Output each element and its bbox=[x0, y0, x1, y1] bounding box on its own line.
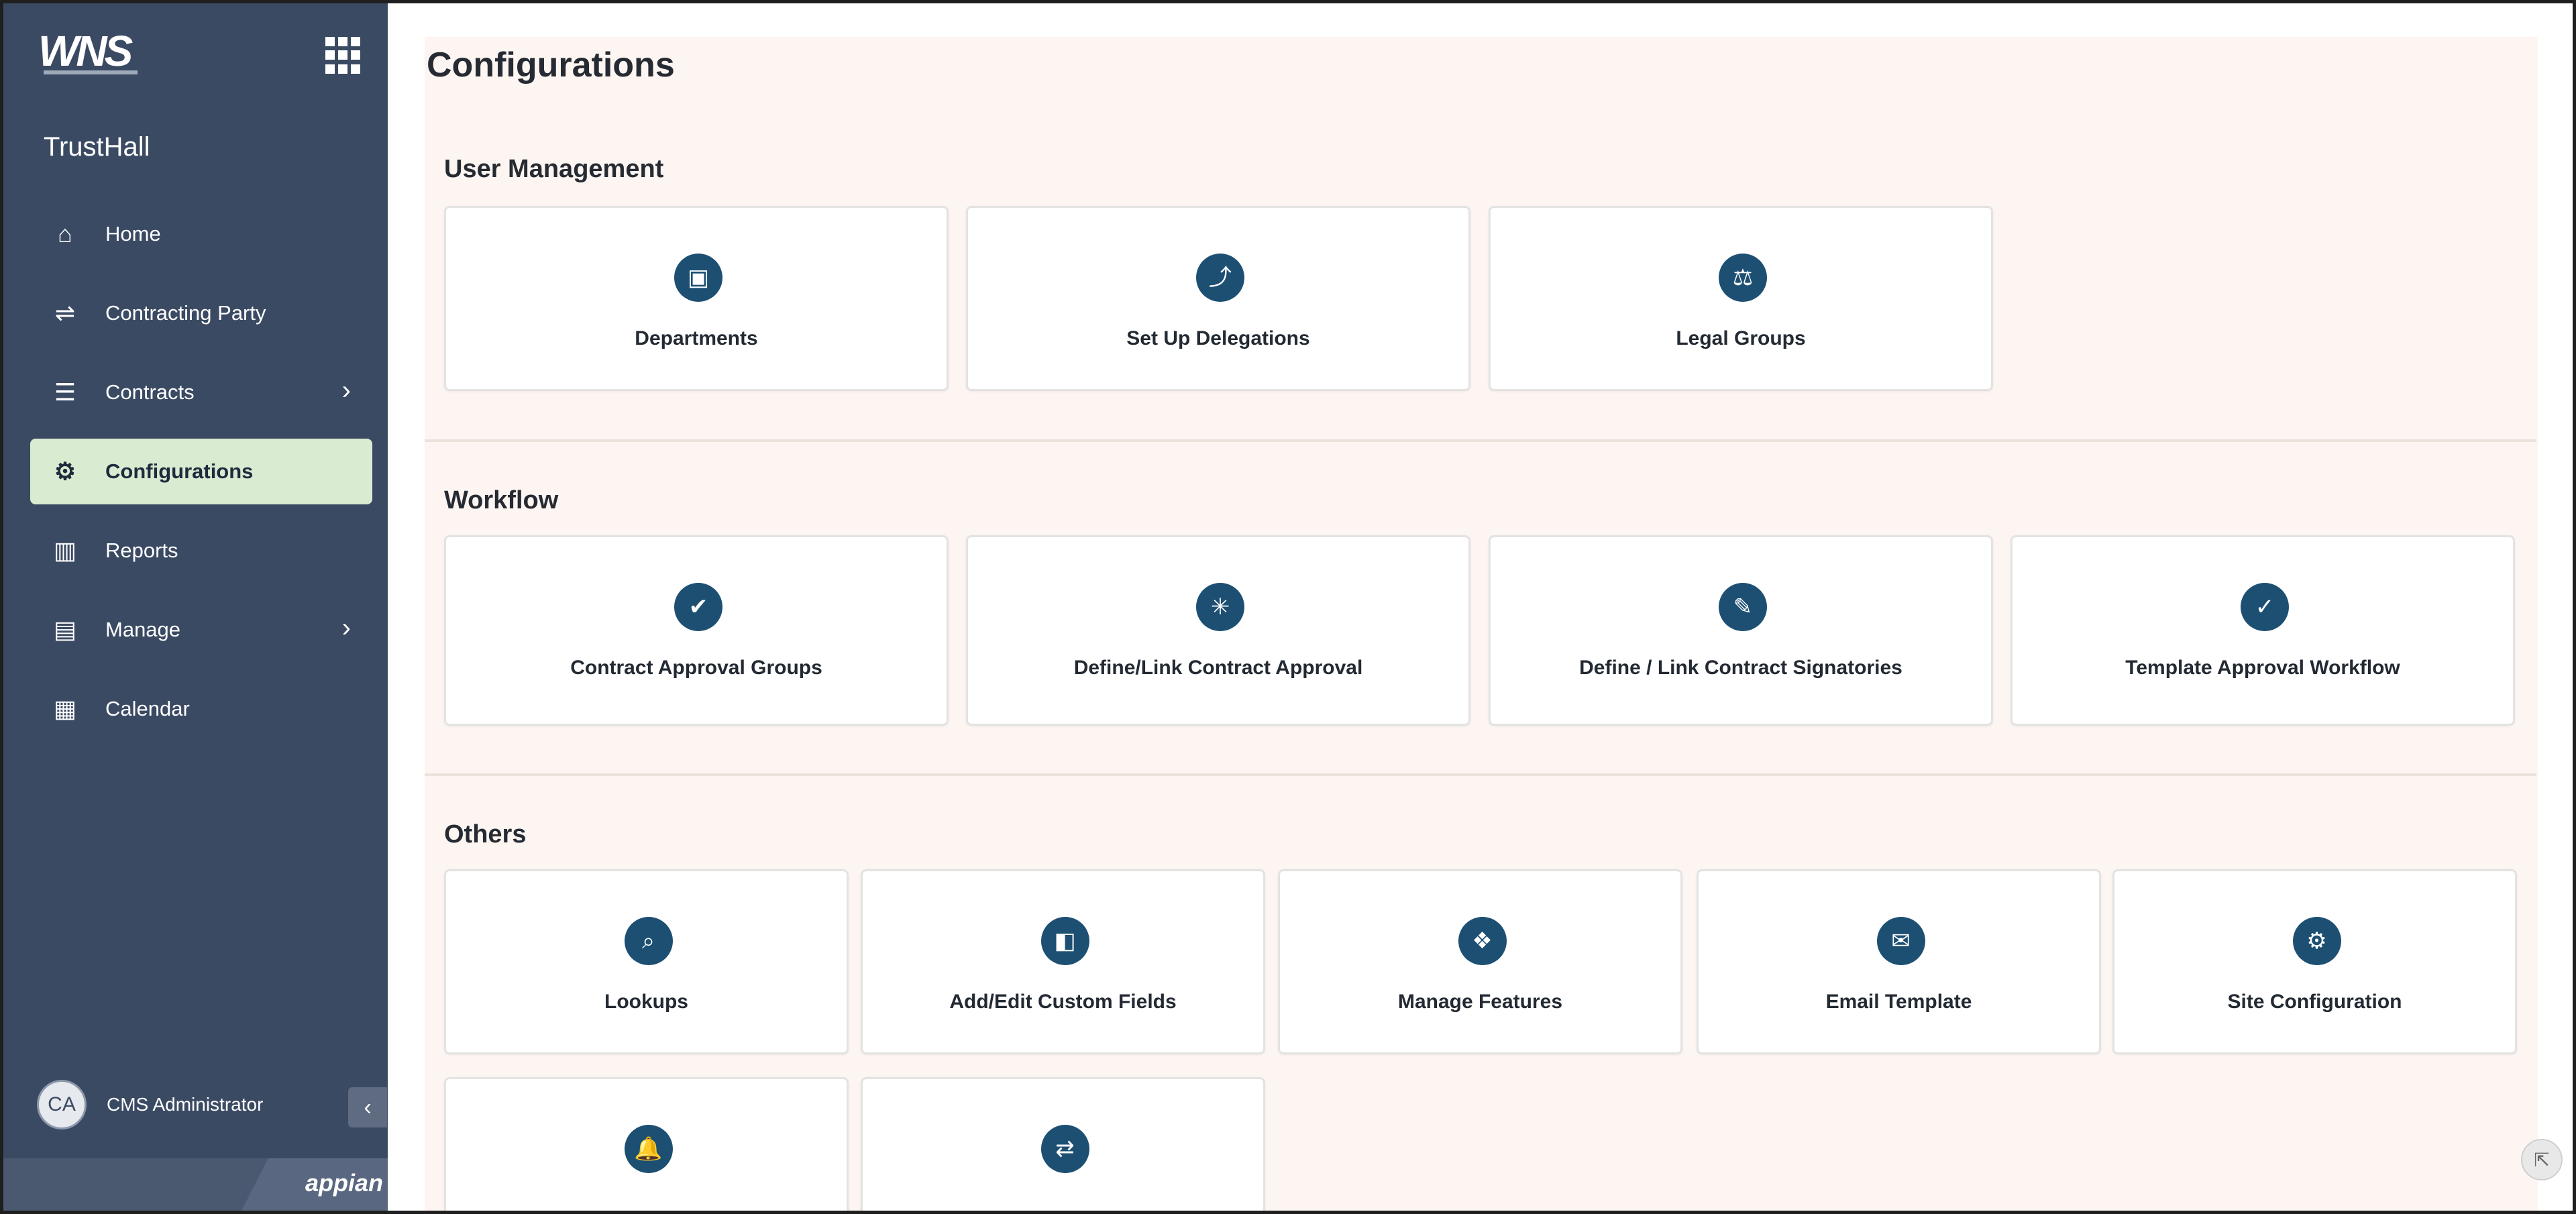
config-card-label: Define/Link Contract Approval bbox=[1073, 657, 1363, 679]
config-card-label: Template Approval Workflow bbox=[2125, 657, 2400, 679]
sidebar-item-contracting-party[interactable]: ⇌ Contracting Party bbox=[30, 280, 372, 346]
email-icon: ✉ bbox=[1876, 917, 1925, 965]
group-icon: ⚖ bbox=[1719, 254, 1767, 302]
link-icon: ✳ bbox=[1196, 583, 1244, 631]
sidebar-item-calendar[interactable]: ▦ Calendar bbox=[30, 676, 372, 742]
config-card[interactable]: ✓ Template Approval Workflow bbox=[2010, 535, 2515, 726]
config-card-label: Add/Edit Custom Fields bbox=[949, 991, 1177, 1013]
approval-group-icon: ✔ bbox=[674, 583, 722, 631]
avatar[interactable]: CA bbox=[37, 1080, 87, 1129]
collapse-sidebar-button[interactable]: ‹ bbox=[348, 1087, 387, 1127]
sidebar-item-label: Calendar bbox=[105, 697, 190, 720]
config-card[interactable]: ✉ Email Template bbox=[1697, 869, 2101, 1054]
config-card[interactable]: ✳ Define/Link Contract Approval bbox=[966, 535, 1470, 726]
custom-fields-icon: ◧ bbox=[1040, 917, 1089, 965]
config-card[interactable]: ✔ Contract Approval Groups bbox=[444, 535, 949, 726]
sidebar-item-label: Contracting Party bbox=[105, 301, 266, 325]
sidebar-item-contracts[interactable]: ☰ Contracts › bbox=[30, 360, 372, 425]
sidebar-item-manage[interactable]: ▤ Manage › bbox=[30, 597, 372, 663]
config-card[interactable]: ◧ Add/Edit Custom Fields bbox=[861, 869, 1265, 1054]
config-card-label: Lookups bbox=[604, 991, 688, 1013]
sidebar-item-configurations[interactable]: ⚙ Configurations bbox=[30, 439, 372, 504]
config-card[interactable]: ⇄ bbox=[861, 1077, 1265, 1211]
sidebar-nav: ⌂ Home ⇌ Contracting Party ☰ Contracts › ⚙ Confi… bbox=[30, 201, 372, 755]
config-card[interactable]: ❖ Manage Features bbox=[1278, 869, 1682, 1054]
delegation-icon: ⤴ bbox=[1196, 254, 1244, 302]
notification-icon: 🔔 bbox=[624, 1125, 673, 1173]
chevron-right-icon[interactable]: › bbox=[342, 377, 351, 404]
contract-icon: ⇄ bbox=[1040, 1125, 1089, 1173]
section-title: Others bbox=[444, 820, 527, 848]
chevron-right-icon[interactable]: › bbox=[342, 614, 351, 641]
app-launcher-icon[interactable] bbox=[325, 37, 363, 74]
gear-icon: ⚙ bbox=[54, 457, 76, 485]
sidebar-item-label: Contracts bbox=[105, 380, 195, 404]
page-title: Configurations bbox=[427, 46, 675, 85]
expand-icon[interactable]: ⇱ bbox=[2521, 1139, 2563, 1180]
site-config-icon: ⚙ bbox=[2292, 917, 2341, 965]
sidebar-item-label: Manage bbox=[105, 618, 181, 641]
config-card[interactable]: ▣ Departments bbox=[444, 206, 949, 391]
features-icon: ❖ bbox=[1458, 917, 1507, 965]
site-name: TrustHall bbox=[44, 132, 150, 162]
config-card[interactable]: ✎ Define / Link Contract Signatories bbox=[1489, 535, 1993, 726]
app-window: WNS TrustHall ⌂ Home ⇌ Contracting Party ☰ Co… bbox=[0, 0, 2576, 1214]
config-card-label: Departments bbox=[635, 327, 758, 349]
sidebar-item-home[interactable]: ⌂ Home bbox=[30, 201, 372, 267]
bar-chart-icon: ▥ bbox=[53, 537, 76, 564]
magnifier-icon: ⌕ bbox=[624, 917, 673, 965]
sidebar: WNS TrustHall ⌂ Home ⇌ Contracting Party ☰ Co… bbox=[3, 3, 388, 1211]
config-card[interactable]: 🔔 bbox=[444, 1077, 849, 1211]
handshake-icon: ⇌ bbox=[54, 299, 76, 327]
section-divider bbox=[425, 439, 2536, 442]
sidebar-item-label: Configurations bbox=[105, 459, 254, 483]
signature-icon: ✎ bbox=[1719, 583, 1767, 631]
config-card-label: Legal Groups bbox=[1676, 327, 1806, 349]
logo-tagline bbox=[44, 70, 138, 74]
wns-logo[interactable]: WNS bbox=[38, 26, 133, 76]
config-card[interactable]: ⚙ Site Configuration bbox=[2112, 869, 2517, 1054]
sidebar-item-reports[interactable]: ▥ Reports bbox=[30, 518, 372, 584]
user-name[interactable]: CMS Administrator bbox=[107, 1094, 263, 1115]
section-divider bbox=[425, 773, 2536, 776]
config-card-label: Contract Approval Groups bbox=[570, 657, 822, 679]
calendar-icon: ▦ bbox=[53, 695, 76, 722]
config-card-label: Site Configuration bbox=[2227, 991, 2402, 1013]
home-icon: ⌂ bbox=[58, 220, 72, 247]
sidebar-item-label: Home bbox=[105, 222, 161, 245]
config-card-label: Define / Link Contract Signatories bbox=[1579, 657, 1902, 679]
section-title: User Management bbox=[444, 155, 664, 183]
config-card-label: Manage Features bbox=[1397, 991, 1563, 1013]
sidebar-item-label: Reports bbox=[105, 539, 178, 562]
template-icon: ✓ bbox=[2241, 583, 2289, 631]
user-menu[interactable]: CA CMS Administrator bbox=[37, 1080, 263, 1129]
config-card-label: Set Up Delegations bbox=[1126, 327, 1310, 349]
main-content: Configurations User Management ▣ Departmen… bbox=[388, 3, 2573, 1211]
config-card[interactable]: ⤴ Set Up Delegations bbox=[966, 206, 1470, 391]
section-title: Workflow bbox=[444, 486, 559, 514]
document-icon: ▤ bbox=[53, 616, 76, 643]
config-card-label: Email Template bbox=[1825, 991, 1972, 1013]
powered-by-logo: appian bbox=[305, 1169, 384, 1197]
list-icon: ☰ bbox=[54, 378, 76, 406]
config-card[interactable]: ⚖ Legal Groups bbox=[1489, 206, 1993, 391]
config-card[interactable]: ⌕ Lookups bbox=[444, 869, 849, 1054]
building-icon: ▣ bbox=[674, 254, 722, 302]
